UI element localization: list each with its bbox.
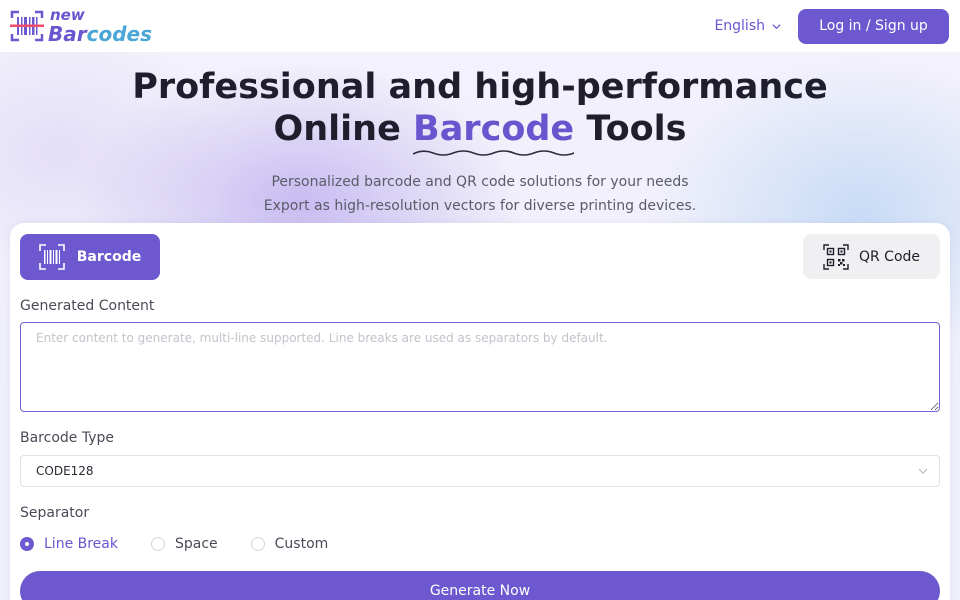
logo[interactable]: new Barcodes <box>10 8 152 44</box>
logo-line2: Barcodes <box>48 22 152 46</box>
radio-label: Space <box>174 536 218 552</box>
radio-line-break[interactable]: Line Break <box>20 536 118 552</box>
header-actions: English Log in / Sign up <box>714 8 949 44</box>
hero-subtitle: Personalized barcode and QR code solutio… <box>0 170 960 218</box>
tab-qr-label: QR Code <box>858 248 921 265</box>
chevron-down-icon <box>918 468 928 474</box>
subtitle-line2: Export as high-resolution vectors for di… <box>263 198 697 214</box>
barcode-icon <box>38 244 65 270</box>
barcode-type-value: CODE128 <box>36 464 94 478</box>
radio-unselected-icon <box>150 537 165 551</box>
content-textarea[interactable] <box>20 322 940 412</box>
logo-line1: new <box>50 6 85 24</box>
generate-button[interactable]: Generate Now <box>20 571 940 600</box>
title-line1: Professional and high-performance <box>132 67 828 107</box>
tab-qr-code[interactable]: QR Code <box>803 234 940 279</box>
radio-custom[interactable]: Custom <box>250 536 329 552</box>
radio-label: Custom <box>274 536 329 552</box>
top-nav: new Barcodes English Log in / Sign up <box>0 0 960 52</box>
login-signup-button[interactable]: Log in / Sign up <box>798 8 949 44</box>
radio-label: Line Break <box>44 536 118 552</box>
logo-wordmark: new Barcodes <box>48 6 152 46</box>
separator-radio-group: Line Break Space Custom <box>20 536 361 552</box>
barcode-logo-icon <box>10 10 44 42</box>
title-highlight: Barcode <box>413 108 575 156</box>
title-suffix: Tools <box>574 109 687 149</box>
chevron-down-icon <box>772 23 781 29</box>
radio-unselected-icon <box>250 537 265 551</box>
title-prefix: Online <box>273 109 414 149</box>
subtitle-line1: Personalized barcode and QR code solutio… <box>271 174 689 190</box>
language-label: English <box>714 18 765 34</box>
squiggle-underline-icon <box>413 150 575 156</box>
tab-barcode-label: Barcode <box>76 249 142 265</box>
radio-space[interactable]: Space <box>150 536 218 552</box>
page-title: Professional and high-performance Online… <box>0 66 960 156</box>
language-selector[interactable]: English <box>714 18 782 34</box>
barcode-type-select[interactable]: CODE128 <box>20 455 940 487</box>
separator-label: Separator <box>20 505 90 521</box>
tab-barcode[interactable]: Barcode <box>20 234 160 280</box>
hero: Professional and high-performance Online… <box>0 66 960 218</box>
radio-selected-icon <box>20 537 34 551</box>
qr-code-icon <box>823 243 849 270</box>
barcode-type-label: Barcode Type <box>20 430 115 446</box>
generator-card: Barcode QR Code Generated Content Barcod… <box>10 223 950 600</box>
content-label: Generated Content <box>20 298 155 314</box>
